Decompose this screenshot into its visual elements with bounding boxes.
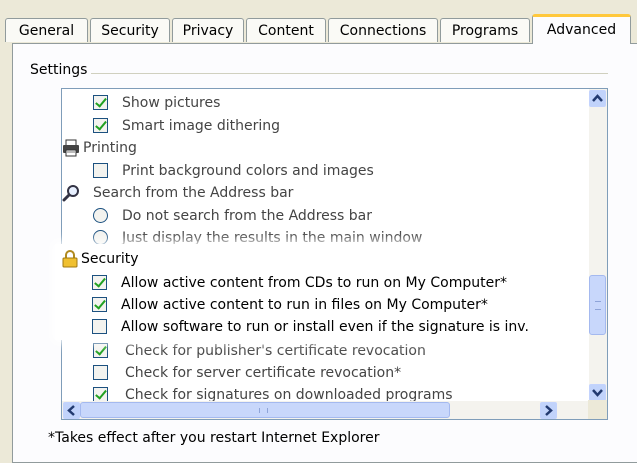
option-label: Print background colors and images xyxy=(122,163,374,179)
chevron-right-icon xyxy=(545,405,553,416)
checkbox-allow-software[interactable] xyxy=(92,319,107,334)
scroll-right-button[interactable] xyxy=(540,402,557,419)
option-label: Allow software to run or install even if… xyxy=(121,319,529,335)
group-divider xyxy=(30,73,608,74)
option-label: Check for server certificate revocation* xyxy=(125,365,402,381)
tab-programs[interactable]: Programs xyxy=(440,18,530,42)
vertical-scroll-thumb[interactable] xyxy=(589,275,606,335)
option-label: Allow active content from CDs to run on … xyxy=(121,275,507,291)
chevron-up-icon xyxy=(592,94,603,102)
checkbox-print-background[interactable] xyxy=(93,163,108,178)
option-label: Show pictures xyxy=(122,95,221,111)
horizontal-scrollbar[interactable] xyxy=(62,401,589,419)
option-label: Check for publisher's certificate revoca… xyxy=(125,343,426,359)
tab-advanced[interactable]: Advanced xyxy=(532,14,631,44)
checkbox-show-pictures[interactable] xyxy=(93,95,108,110)
option-label: Do not search from the Address bar xyxy=(122,208,373,224)
category-label: Security xyxy=(81,251,139,267)
option-label: Allow active content to run in files on … xyxy=(121,297,488,313)
horizontal-scroll-thumb[interactable] xyxy=(80,402,450,418)
checkbox-smart-dithering[interactable] xyxy=(93,118,108,133)
restart-footnote: *Takes effect after you restart Internet… xyxy=(48,430,380,446)
checkbox-check-signatures[interactable] xyxy=(93,387,108,402)
tab-connections[interactable]: Connections xyxy=(328,18,438,42)
radio-do-not-search[interactable] xyxy=(93,208,108,223)
option-label: Smart image dithering xyxy=(122,118,281,134)
settings-group-label: Settings xyxy=(30,62,92,78)
checkbox-check-server[interactable] xyxy=(93,365,108,380)
category-label: Search from the Address bar xyxy=(93,185,294,201)
printer-icon xyxy=(63,139,79,157)
tab-general[interactable]: General xyxy=(5,18,88,42)
scrollbar-corner xyxy=(588,400,607,419)
checkbox-allow-files[interactable] xyxy=(92,297,107,312)
category-label: Printing xyxy=(83,140,137,156)
tab-strip: General Security Privacy Content Connect… xyxy=(0,0,637,44)
magnifier-icon xyxy=(62,185,79,202)
chevron-down-icon xyxy=(592,389,603,397)
security-highlight: Security Allow active content from CDs t… xyxy=(55,244,573,340)
padlock-icon xyxy=(62,250,78,268)
tab-content[interactable]: Content xyxy=(246,18,326,42)
chevron-left-icon xyxy=(67,405,75,416)
scroll-down-button[interactable] xyxy=(589,384,606,401)
checkbox-check-publisher[interactable] xyxy=(93,343,108,358)
tab-privacy[interactable]: Privacy xyxy=(172,18,244,42)
checkbox-allow-cds[interactable] xyxy=(92,275,107,290)
tab-security[interactable]: Security xyxy=(90,18,170,42)
scroll-up-button[interactable] xyxy=(589,90,606,107)
scroll-left-button[interactable] xyxy=(63,402,80,419)
vertical-scrollbar[interactable] xyxy=(589,89,607,401)
radio-just-display[interactable] xyxy=(93,230,108,245)
